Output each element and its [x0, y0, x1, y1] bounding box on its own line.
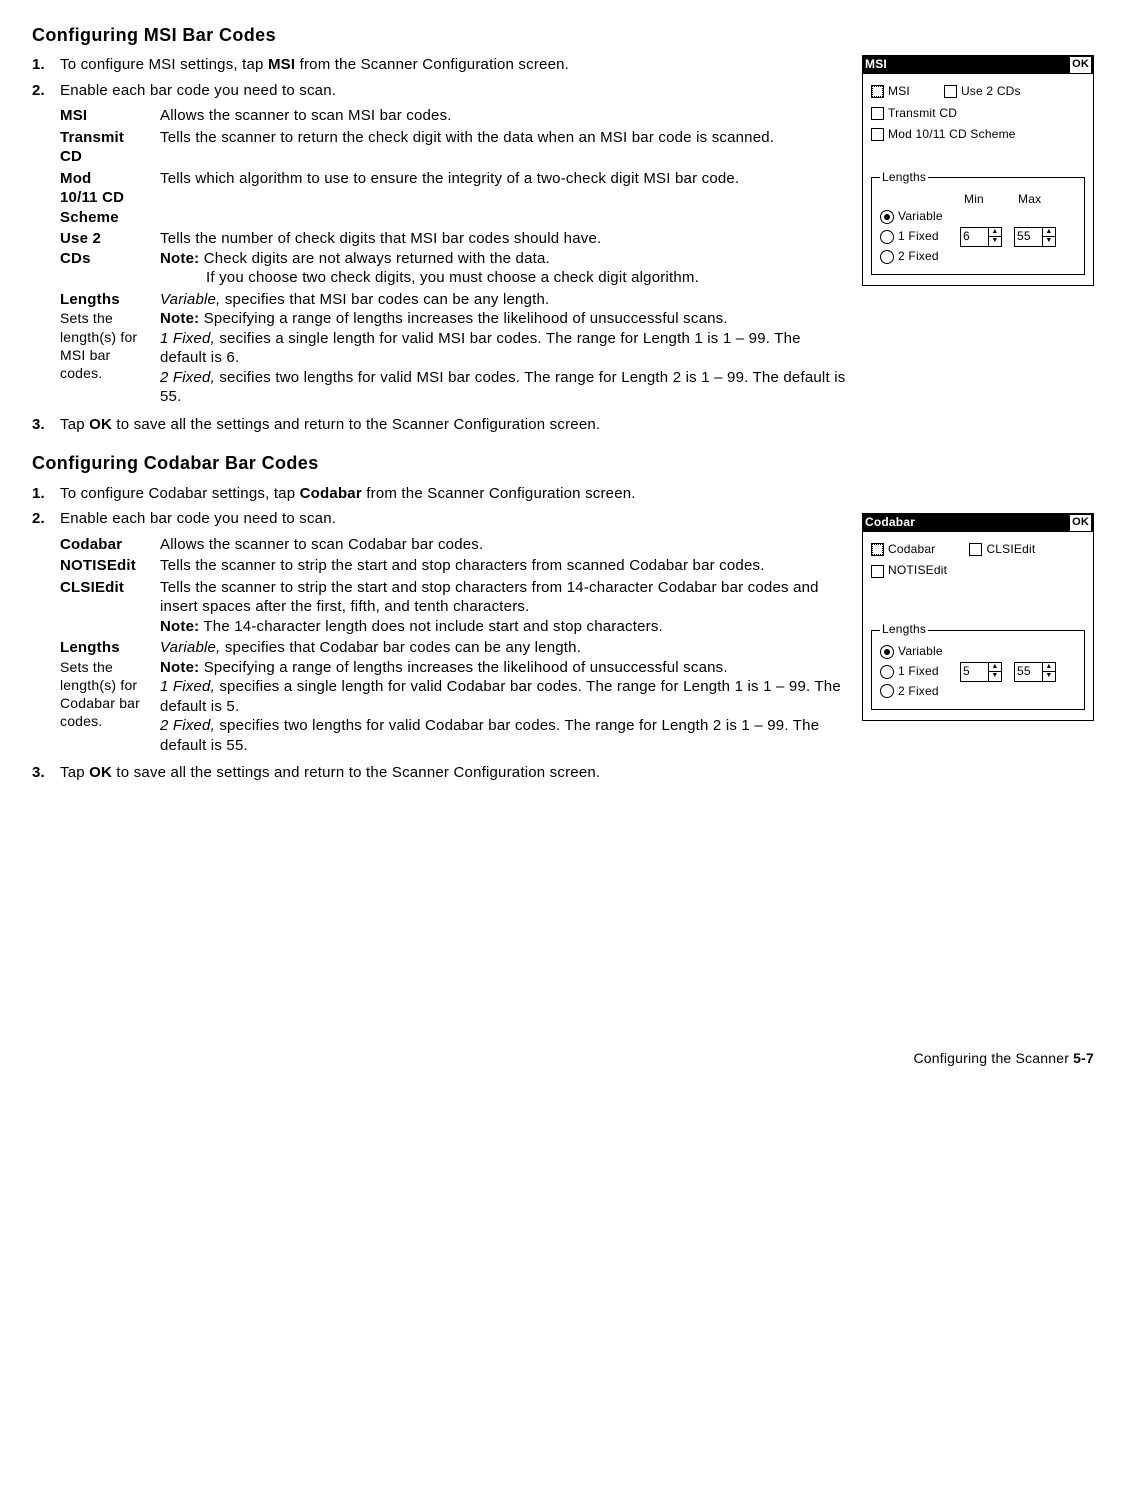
spin-min[interactable]: 6▲▼ — [960, 227, 1002, 247]
radio-variable[interactable]: Variable — [880, 644, 960, 660]
checkbox-use2cds[interactable]: Use 2 CDs — [944, 84, 1021, 100]
desc-msi: Allows the scanner to scan MSI bar codes… — [160, 106, 848, 126]
dialog-title: Codabar — [865, 515, 915, 531]
heading-codabar: Configuring Codabar Bar Codes — [32, 452, 1094, 475]
col-max: Max — [1014, 192, 1068, 208]
term-notisedit: NOTISEdit — [60, 556, 160, 576]
desc-clsiedit: Tells the scanner to strip the start and… — [160, 578, 848, 637]
desc-use2cds: Tells the number of check digits that MS… — [160, 229, 848, 288]
radio-2fixed[interactable]: 2 Fixed — [880, 684, 960, 700]
checkbox-msi[interactable]: MSI — [871, 84, 910, 100]
checkbox-mod-scheme[interactable]: Mod 10/11 CD Scheme — [871, 127, 1016, 143]
radio-2fixed[interactable]: 2 Fixed — [880, 249, 960, 265]
term-lengths: Lengths Sets the length(s) for Codabar b… — [60, 638, 160, 730]
spin-min[interactable]: 5▲▼ — [960, 662, 1002, 682]
radio-1fixed[interactable]: 1 Fixed — [880, 229, 960, 245]
lengths-group: Lengths Min Max Variable 1 Fixed 6▲▼ 55▲… — [871, 170, 1085, 275]
step-number: 3. — [32, 763, 60, 783]
term-msi: MSI — [60, 106, 160, 126]
step-text: To configure MSI settings, tap MSI from … — [60, 55, 848, 75]
lengths-legend: Lengths — [880, 622, 928, 638]
desc-lengths: Variable, specifies that MSI bar codes c… — [160, 290, 848, 407]
term-clsiedit: CLSIEdit — [60, 578, 160, 598]
term-lengths: Lengths Sets the length(s) for MSI bar c… — [60, 290, 160, 382]
radio-1fixed[interactable]: 1 Fixed — [880, 664, 960, 680]
step-text: Enable each bar code you need to scan. — [60, 510, 336, 527]
step-text: Tap OK to save all the settings and retu… — [60, 415, 1094, 435]
figure-codabar-dialog: Codabar OK Codabar CLSIEdit NOTISEdit Le… — [862, 513, 1094, 721]
heading-msi: Configuring MSI Bar Codes — [32, 24, 1094, 47]
desc-notisedit: Tells the scanner to strip the start and… — [160, 556, 848, 576]
step-number: 1. — [32, 484, 60, 504]
ok-button[interactable]: OK — [1070, 57, 1091, 73]
checkbox-notisedit[interactable]: NOTISEdit — [871, 563, 947, 579]
page-footer: Configuring the Scanner 5-7 — [32, 1049, 1094, 1067]
figure-msi-dialog: MSI OK MSI Use 2 CDs Transmit CD Mod 10/… — [862, 55, 1094, 286]
dialog-title: MSI — [865, 57, 887, 73]
lengths-legend: Lengths — [880, 170, 928, 186]
checkbox-codabar[interactable]: Codabar — [871, 542, 935, 558]
radio-variable[interactable]: Variable — [880, 209, 960, 225]
desc-transmit-cd: Tells the scanner to return the check di… — [160, 128, 848, 148]
step-number: 2. — [32, 81, 60, 409]
desc-mod-scheme: Tells which algorithm to use to ensure t… — [160, 169, 848, 189]
spin-max[interactable]: 55▲▼ — [1014, 662, 1056, 682]
step-number: 2. — [32, 509, 60, 757]
desc-lengths: Variable, specifies that Codabar bar cod… — [160, 638, 848, 755]
checkbox-clsiedit[interactable]: CLSIEdit — [969, 542, 1035, 558]
step-text: Tap OK to save all the settings and retu… — [60, 763, 1094, 783]
step-text: To configure Codabar settings, tap Codab… — [60, 484, 1094, 504]
step-number: 3. — [32, 415, 60, 435]
term-transmit-cd: Transmit CD — [60, 128, 160, 167]
spin-max[interactable]: 55▲▼ — [1014, 227, 1056, 247]
col-min: Min — [960, 192, 1014, 208]
desc-codabar: Allows the scanner to scan Codabar bar c… — [160, 535, 848, 555]
step-text: Enable each bar code you need to scan. — [60, 82, 336, 99]
term-use2cds: Use 2 CDs — [60, 229, 160, 268]
ok-button[interactable]: OK — [1070, 515, 1091, 531]
checkbox-transmit-cd[interactable]: Transmit CD — [871, 106, 957, 122]
lengths-group: Lengths Variable 1 Fixed 5▲▼ 55▲▼ 2 Fixe… — [871, 622, 1085, 710]
step-number: 1. — [32, 55, 60, 75]
term-mod-scheme: Mod 10/11 CD Scheme — [60, 169, 160, 228]
term-codabar: Codabar — [60, 535, 160, 555]
